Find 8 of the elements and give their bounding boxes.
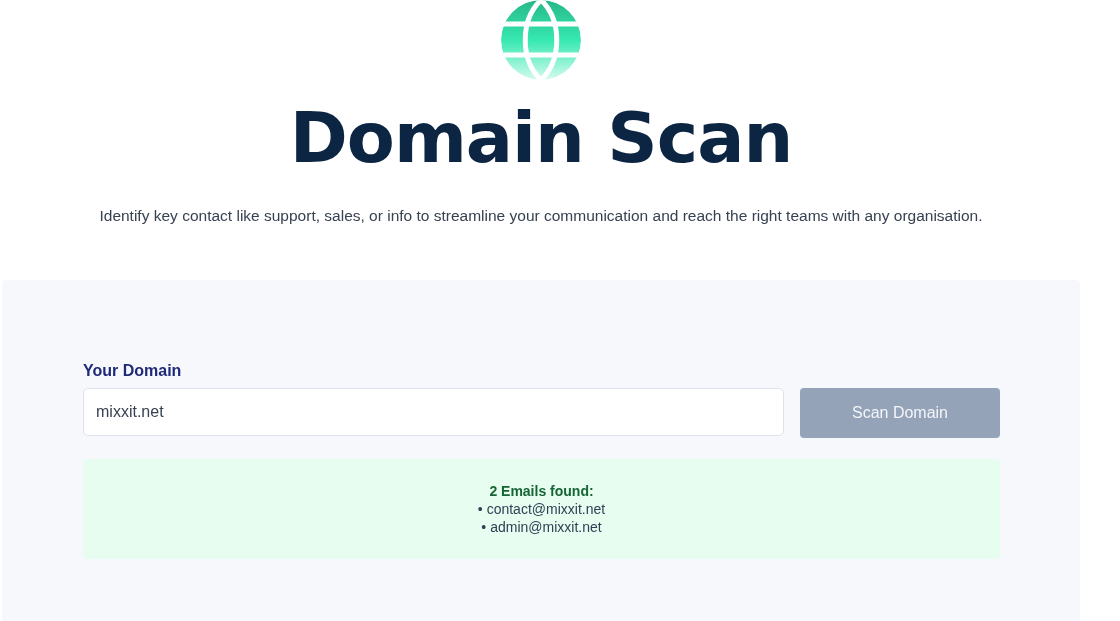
email-address: • admin@mixxit.net [481, 519, 602, 535]
email-address: • contact@mixxit.net [477, 501, 606, 517]
domain-input-field[interactable]: mixxit.net [83, 388, 784, 436]
result-heading: 2 Emails found: [489, 483, 594, 499]
domain-label: Your Domain [83, 362, 183, 380]
page-description: Identify key contact like support, sales, or info to streamline your communication and reach the right teams with any organisation. [99, 206, 983, 226]
page-title: Domain Scan [289, 98, 793, 178]
globe-icon [500, 0, 582, 80]
